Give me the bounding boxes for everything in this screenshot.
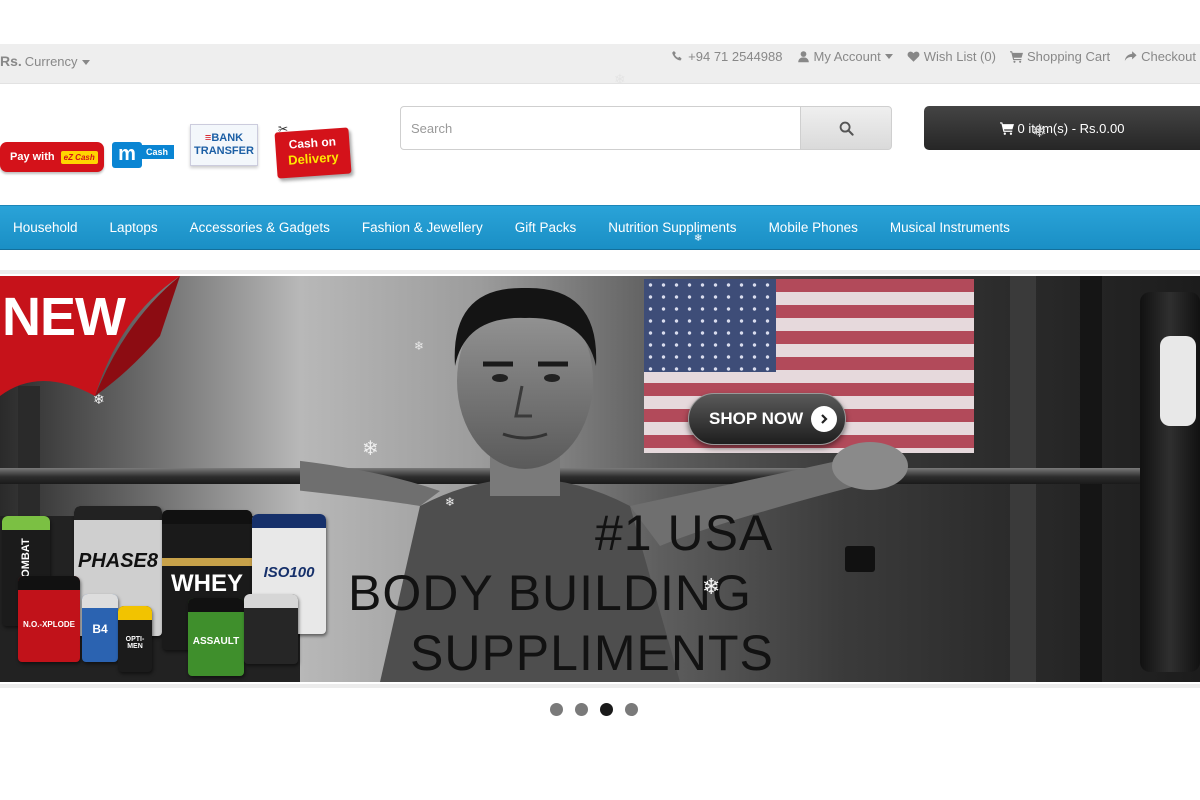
snowflake-icon: ❄ [445,495,456,509]
caret-down-icon [81,60,90,66]
banner-divider [0,270,1200,274]
weight-plate-label [1160,336,1196,426]
mcash-badge: m Cash [112,140,174,170]
search-bar [400,106,892,150]
menu-item-musical-instruments[interactable]: Musical Instruments [890,220,1010,235]
menu-item-fashion-jewellery[interactable]: Fashion & Jewellery [362,220,483,235]
headline-line-1: #1 USA [595,505,774,561]
bank-transfer-badge: ≡BANK TRANSFER [190,124,258,166]
mcash-logo: m [112,142,142,168]
menu-item-nutrition-suppliments[interactable]: Nutrition Suppliments [608,220,736,235]
currency-label: Currency [24,54,78,69]
cart-icon [1009,51,1023,63]
phone-icon [672,50,682,61]
snowflake-icon: ❄ [414,339,425,353]
new-label: NEW [2,287,126,347]
user-icon [797,51,809,63]
bank-line-1: ≡BANK [204,132,244,144]
my-account-label: My Account [813,49,881,64]
search-button[interactable] [800,106,892,150]
snowflake-icon: ❄ [694,233,703,244]
caret-down-icon [884,54,893,59]
top-links: +94 71 2544988 My Account Wish List (0) … [657,49,1196,64]
ezcash-badge: Pay with eZ Cash [0,142,104,172]
shop-now-label: SHOP NOW [709,409,804,428]
checkout-link[interactable]: Checkout [1124,49,1196,64]
menu-item-mobile-phones[interactable]: Mobile Phones [769,220,858,235]
cart-icon [999,122,1014,135]
mcash-label: Cash [140,145,174,159]
slider-dot[interactable] [625,703,638,716]
phone-number: +94 71 2544988 [688,49,783,64]
currency-dropdown[interactable]: Rs. Currency [0,53,90,69]
arrow-right-icon [811,406,837,432]
product-assault: ASSAULT [188,598,244,676]
menu-item-gift-packs[interactable]: Gift Packs [515,220,577,235]
shopping-cart-link[interactable]: Shopping Cart [1009,49,1111,64]
snowflake-icon: ❄ [362,438,379,460]
menu-item-household[interactable]: Household [13,220,78,235]
slider-pagination [550,703,638,716]
currency-symbol: Rs. [0,53,22,69]
product-b4: B4 [82,594,118,662]
cart-button[interactable]: 0 item(s) - Rs.0.00 [924,106,1200,150]
slider-dot[interactable] [575,703,588,716]
product-noxplode: N.O.-XPLODE [18,576,80,662]
heart-icon [907,51,920,62]
shop-now-button[interactable]: SHOP NOW [688,393,846,445]
phone-link[interactable]: +94 71 2544988 [671,49,783,64]
cod-tag: Cash on Delivery [274,127,352,179]
snowflake-icon: ❄ [702,574,721,599]
shopping-cart-label: Shopping Cart [1026,49,1111,64]
headline-line-2: BODY BUILDING [348,565,752,621]
snowflake-icon: ❄ [1032,121,1048,141]
wish-list-link[interactable]: Wish List (0) [907,49,996,64]
payment-methods: Pay with eZ Cash m Cash ≡BANK TRANSFER ✂… [0,118,360,188]
wish-list-label: Wish List (0) [923,49,996,64]
banner-divider [0,684,1200,688]
ezcash-label: Pay with [10,151,55,163]
bank-line-2: TRANSFER [194,145,254,157]
headline-line-3: SUPPLIMENTS [410,625,774,681]
checkout-label: Checkout [1141,49,1196,64]
slider-dot[interactable] [550,703,563,716]
ezcash-brand: eZ Cash [60,150,98,164]
snowflake-icon: ❄ [614,71,626,87]
my-account-link[interactable]: My Account [797,49,893,64]
menu-item-accessories-gadgets[interactable]: Accessories & Gadgets [190,220,330,235]
main-menu: Household Laptops Accessories & Gadgets … [0,205,1200,250]
top-bar: Rs. Currency +94 71 2544988 My Account Wi… [0,44,1200,84]
share-arrow-icon [1124,51,1137,61]
search-input[interactable] [400,106,801,150]
search-icon [839,121,854,136]
snowflake-icon: ❄ [93,391,105,407]
menu-item-laptops[interactable]: Laptops [110,220,158,235]
cash-on-delivery-badge: ✂ Cash on Delivery [274,122,352,180]
hero-banner[interactable]: NEW SHOP NOW #1 USA BODY BUILDING SUPPLI… [0,276,1200,682]
product-optimen: OPTI-MEN [118,606,152,672]
product-tub [244,594,298,664]
slider-dot-active[interactable] [600,703,613,716]
